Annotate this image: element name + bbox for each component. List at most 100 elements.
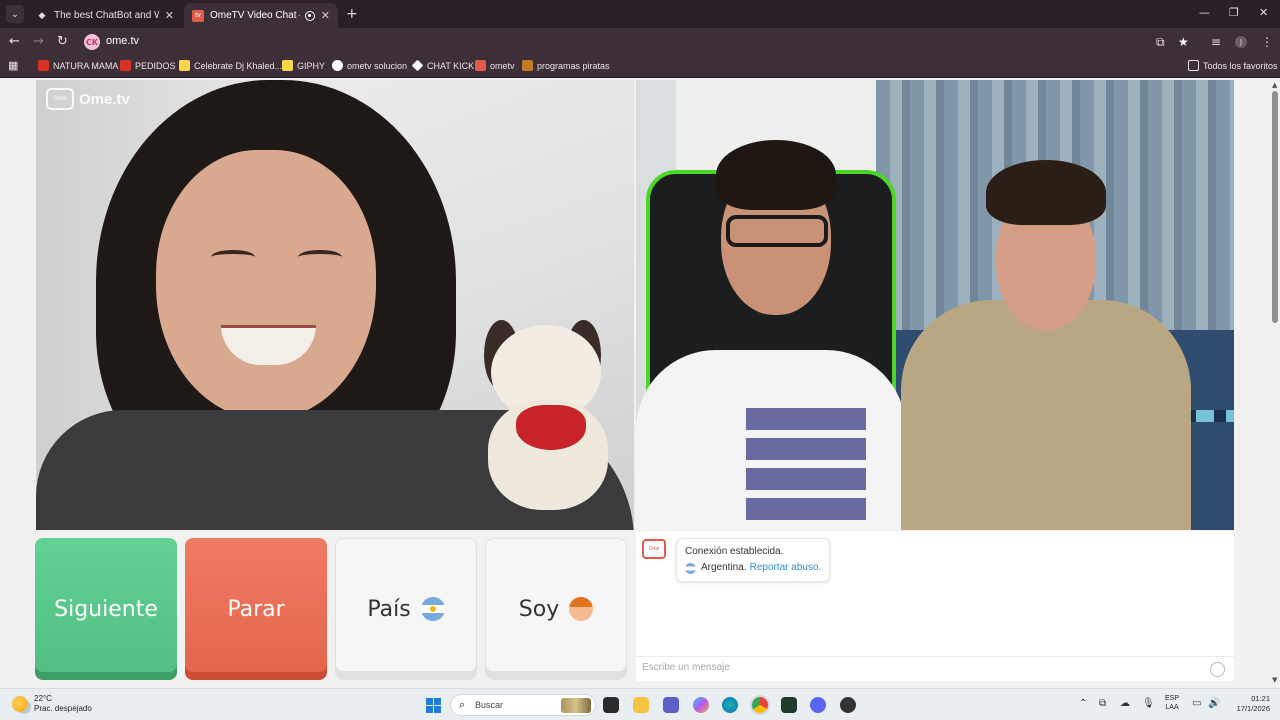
report-abuse-link[interactable]: Reportar abuso.	[750, 560, 822, 576]
ap-icon	[522, 60, 533, 71]
bookmark-giphy[interactable]: GIPHY	[282, 60, 325, 71]
bookmark-ometv-solucion[interactable]: ometv solucion	[332, 60, 407, 71]
cast-icon[interactable]: ⧉	[1156, 35, 1165, 50]
ometv-icon: tv	[192, 9, 204, 22]
input-language[interactable]: ESP LAA	[1165, 694, 1179, 712]
emoji-picker-icon[interactable]	[1210, 662, 1225, 677]
recording-indicator-icon	[304, 10, 315, 21]
stop-button[interactable]: Parar	[185, 538, 327, 680]
tab-ometv[interactable]: tv OmeTV Video Chat — Ome ✕	[184, 3, 338, 28]
logo-text: Ome.tv	[79, 90, 130, 108]
gender-button[interactable]: Soy	[485, 538, 627, 680]
country-row: Argentina. Reportar abuso.	[685, 560, 821, 576]
ometv-page: Ome Ome.tv Siguiente Parar País Soy Ome …	[0, 79, 1270, 688]
app-icon[interactable]	[840, 697, 856, 713]
next-button[interactable]: Siguiente	[35, 538, 177, 680]
forward-arrow-icon[interactable]: →	[33, 34, 44, 49]
volume-icon[interactable]: 🔊	[1208, 698, 1220, 709]
pdf-icon	[38, 60, 49, 71]
page-icon	[282, 60, 293, 71]
system-clock[interactable]: 01:21 17/1/2026	[1226, 694, 1270, 714]
message-input[interactable]	[642, 662, 1192, 673]
partly-sunny-icon	[12, 696, 28, 712]
close-tab-icon[interactable]: ✕	[165, 9, 174, 22]
bookmark-star-icon[interactable]: ★	[1178, 35, 1189, 49]
app-icon[interactable]	[781, 697, 797, 713]
tab-chatbot[interactable]: ◆ The best ChatBot and Widgets ✕	[28, 3, 182, 28]
ometv-tv-icon: Ome	[642, 539, 666, 559]
scrollbar-thumb[interactable]	[1272, 91, 1278, 323]
url-text[interactable]: ome.tv	[106, 35, 139, 47]
reload-icon[interactable]: ↻	[57, 34, 68, 49]
page-scrollbar[interactable]: ▲ ▼	[1270, 79, 1280, 688]
bookmark-label: NATURA MAMA	[53, 60, 119, 71]
next-button-label: Siguiente	[54, 596, 158, 622]
task-view-icon[interactable]	[603, 697, 619, 713]
teams-icon[interactable]	[663, 697, 679, 713]
file-explorer-icon[interactable]	[633, 697, 649, 713]
person-hair	[716, 140, 836, 210]
back-arrow-icon[interactable]: ←	[9, 34, 20, 49]
show-hidden-icons-chevron-icon[interactable]: ⌃	[1079, 698, 1087, 709]
bookmark-celebrate[interactable]: Celebrate Dj Khaled...	[179, 60, 282, 71]
gender-button-label: Soy	[518, 596, 560, 622]
site-info-icon[interactable]: CK	[84, 34, 100, 50]
bookmark-label: ometv	[490, 60, 515, 71]
clock-date: 17/1/2026	[1236, 704, 1270, 713]
keyboard-layout: LAA	[1165, 704, 1179, 711]
person-glasses	[726, 215, 828, 247]
search-highlight-image	[561, 698, 591, 713]
bookmark-label: ometv solucion	[347, 60, 408, 71]
country-button[interactable]: País	[335, 538, 477, 680]
person-shirt	[901, 300, 1191, 530]
tab-search-chevron-icon[interactable]: ⌄	[6, 5, 24, 23]
pdf-icon	[120, 60, 131, 71]
windows-taskbar: 22°C Prac. despejado ⌕ Buscar ⌃ ⧉ ☁ 🎙 ES…	[0, 688, 1280, 720]
diamond-icon	[411, 59, 424, 72]
bookmark-pedidos[interactable]: PEDIDOS	[120, 60, 176, 71]
edge-icon[interactable]	[722, 697, 738, 713]
system-message: Conexión establecida. Argentina. Reporta…	[676, 538, 831, 582]
display-icon[interactable]: ▭	[1192, 698, 1201, 709]
search-icon: ⌕	[459, 698, 466, 711]
close-window-icon[interactable]: ✕	[1259, 6, 1268, 19]
stranger-video: Ome Ome.tv	[36, 80, 634, 530]
ometv-logo: Ome Ome.tv	[46, 88, 130, 110]
discord-icon[interactable]	[810, 697, 826, 713]
taskbar-search[interactable]: ⌕ Buscar	[450, 694, 596, 716]
bookmark-natura-mama[interactable]: NATURA MAMA	[38, 60, 118, 71]
scroll-down-arrow-icon[interactable]: ▼	[1272, 676, 1277, 684]
stop-button-label: Parar	[227, 596, 285, 622]
scroll-up-arrow-icon[interactable]: ▲	[1272, 81, 1277, 89]
network-icon[interactable]: ⧉	[1099, 698, 1106, 709]
minimize-window-icon[interactable]: —	[1199, 6, 1210, 19]
shirt-print	[746, 400, 866, 520]
microphone-icon[interactable]: 🎙	[1142, 698, 1155, 709]
partner-country: Argentina.	[701, 562, 747, 573]
weather-widget[interactable]: 22°C Prac. despejado	[12, 694, 92, 714]
media-controls-icon[interactable]: ≡	[1211, 35, 1221, 49]
page-icon	[179, 60, 190, 71]
more-menu-icon[interactable]: ⋮	[1261, 35, 1273, 49]
connection-status: Conexión establecida.	[685, 544, 821, 560]
country-button-label: País	[367, 596, 411, 622]
folder-icon	[1188, 60, 1199, 71]
omnibox[interactable]: CK ome.tv	[82, 32, 1198, 52]
bookmark-ometv[interactable]: ometv	[475, 60, 515, 71]
plush-heart	[516, 405, 586, 450]
restore-window-icon[interactable]: ❐	[1229, 6, 1239, 19]
address-bar-row: ← → ↻ CK ome.tv ⧉ ★ ≡ J ⋮	[0, 28, 1280, 56]
profile-avatar[interactable]: J	[1235, 36, 1247, 48]
bookmark-chat-kick[interactable]: CHAT KICK	[411, 59, 474, 72]
bookmark-programas-piratas[interactable]: programas piratas	[522, 60, 610, 71]
language-code: ESP	[1165, 695, 1180, 702]
bookmark-label: PEDIDOS	[135, 60, 176, 71]
start-button-icon[interactable]	[426, 698, 441, 713]
apps-grid-icon[interactable]: ▦	[8, 59, 18, 72]
copilot-icon[interactable]	[693, 697, 709, 713]
new-tab-button[interactable]: +	[346, 6, 358, 22]
chrome-icon[interactable]	[752, 697, 768, 713]
close-tab-icon[interactable]: ✕	[321, 9, 330, 22]
all-bookmarks-folder[interactable]: Todos los favoritos	[1188, 60, 1278, 71]
onedrive-icon[interactable]: ☁	[1120, 698, 1130, 709]
